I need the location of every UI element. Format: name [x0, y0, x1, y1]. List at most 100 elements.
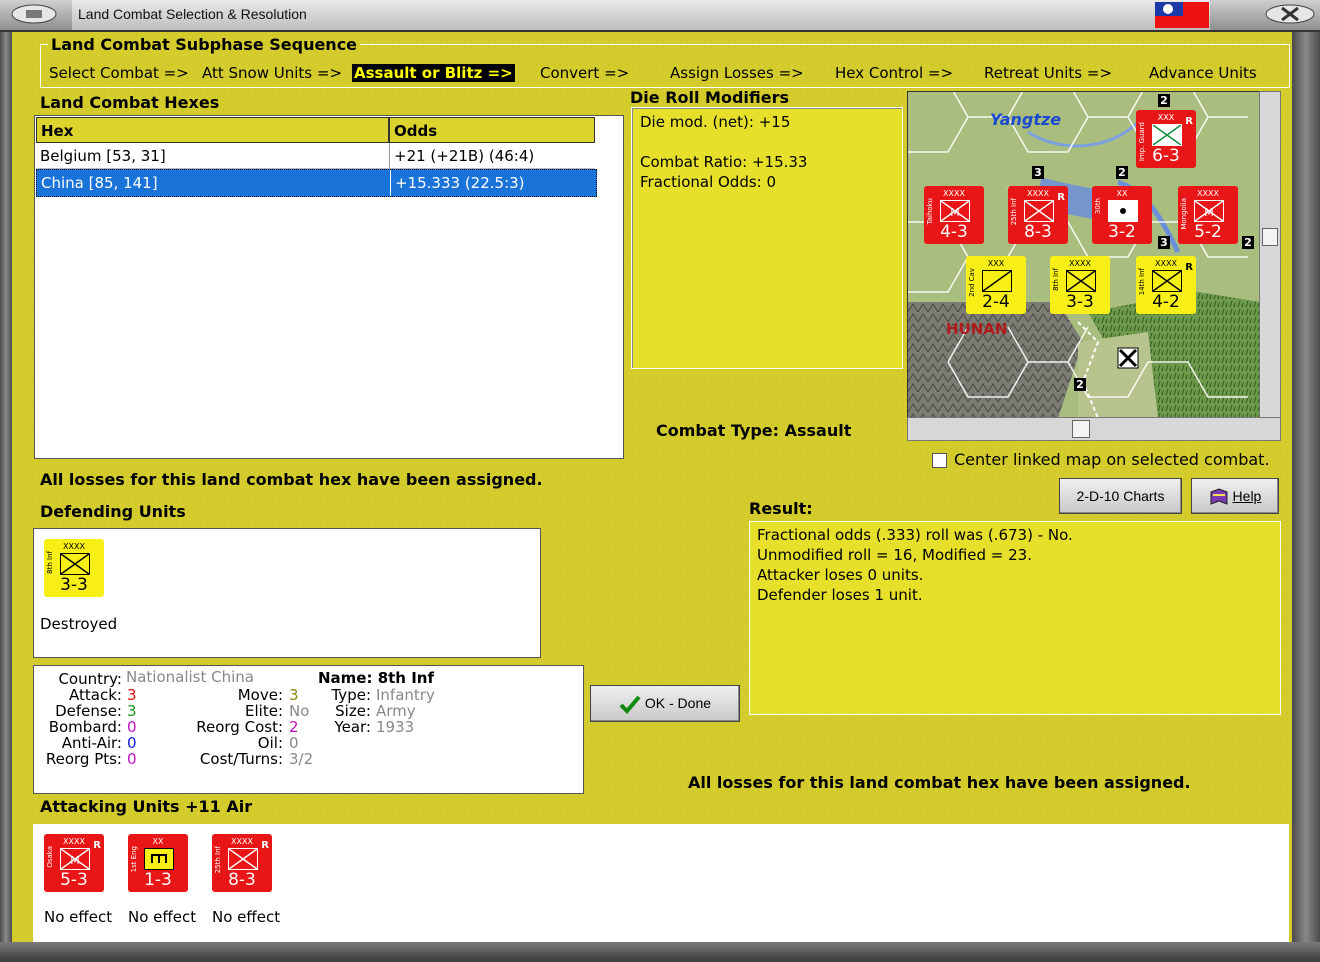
result-box: Fractional odds (.333) roll was (.673) -… — [749, 521, 1281, 715]
info-name: Name: 8th Inf — [318, 669, 434, 687]
fractional-odds: Fractional Odds: 0 — [640, 173, 777, 191]
unit-size-label: XX — [1116, 189, 1128, 198]
seq-step-retreat-units[interactable]: Retreat Units => — [984, 64, 1112, 82]
svg-text:M: M — [70, 854, 80, 867]
checkmark-icon — [619, 695, 641, 715]
ok-done-button[interactable]: OK - Done — [590, 685, 740, 722]
reserve-tag: R — [1185, 262, 1193, 273]
stack-count-badge: 2 — [1074, 378, 1086, 391]
map-counter[interactable]: XXXX Mongolia M 5-2 — [1178, 186, 1238, 244]
title-bar[interactable]: Land Combat Selection & Resolution — [0, 0, 1320, 32]
unit-strength-label: 4-2 — [1152, 292, 1180, 312]
unit-name-label: Taihoku — [926, 198, 934, 225]
stack-count-badge: 2 — [1116, 166, 1128, 179]
attacking-unit-status: No effect — [44, 908, 113, 926]
map-label-yangtze: Yangtze — [990, 110, 1062, 129]
map-counter[interactable]: XXXX Taihoku M 4-3 — [924, 186, 984, 244]
unit-info-box: Country: Nationalist China Attack: 3 Def… — [33, 665, 584, 794]
losses-message-bottom: All losses for this land combat hex have… — [688, 773, 1191, 792]
attacking-unit-osaka[interactable]: XXXX Osaka R M 5-3 — [44, 834, 104, 892]
seq-step-select-combat[interactable]: Select Combat => — [49, 64, 189, 82]
result-title: Result: — [749, 499, 813, 518]
map-counter[interactable]: XXX Imp. Guard R 6-3 — [1136, 110, 1196, 168]
help-button[interactable]: Help — [1191, 478, 1279, 514]
unit-type-icon: M — [1194, 200, 1224, 222]
window-menu-icon[interactable] — [0, 0, 72, 30]
map-scroll-thumb-v[interactable] — [1262, 228, 1278, 246]
seq-step-hex-control[interactable]: Hex Control => — [835, 64, 953, 82]
info-year: 1933 — [376, 718, 415, 736]
taiwan-flag-icon — [1155, 2, 1209, 28]
die-roll-box: Die mod. (net): +15 Combat Ratio: +15.33… — [631, 107, 903, 369]
stack-count-badge: 3 — [1032, 166, 1044, 179]
result-line: Defender loses 1 unit. — [757, 586, 923, 604]
combat-type: Combat Type: Assault — [656, 421, 852, 440]
attacking-title: Attacking Units +11 Air — [40, 797, 253, 816]
unit-type-icon — [982, 270, 1012, 292]
unit-strength-label: 4-3 — [940, 222, 968, 242]
info-costturns: 3/2 — [289, 750, 314, 768]
bottom-border — [0, 942, 1320, 962]
unit-strength-label: 3-3 — [1066, 292, 1094, 312]
help-book-icon — [1210, 488, 1228, 506]
seq-step-convert[interactable]: Convert => — [540, 64, 629, 82]
hexes-title: Land Combat Hexes — [40, 93, 220, 112]
attacking-unit-1st-eng[interactable]: XX 1st Eng 1-3 — [128, 834, 188, 892]
combat-hex-list[interactable]: Hex Odds Belgium [53, 31] +21 (+21B) (46… — [34, 115, 624, 459]
table-row[interactable]: Belgium [53, 31] +21 (+21B) (46:4) — [36, 143, 595, 169]
seq-step-att-snow[interactable]: Att Snow Units => — [202, 64, 342, 82]
map-scrollbar-vertical[interactable] — [1259, 91, 1281, 419]
linked-map[interactable]: Yangtze HUNAN XXXX Taihoku M 4-3 XXXX 25th In… — [907, 91, 1261, 419]
battle-marker-icon — [1117, 347, 1139, 369]
unit-type-icon — [1066, 270, 1096, 292]
unit-strength-label: 8-3 — [1024, 222, 1052, 242]
col-hex[interactable]: Hex — [36, 117, 389, 143]
unit-type-icon — [1152, 270, 1182, 292]
defending-unit-8th-inf[interactable]: XXXX 8th Inf 3-3 — [44, 539, 104, 597]
svg-text:M: M — [950, 206, 960, 219]
map-counter[interactable]: XXXX 25th Inf R 8-3 — [1008, 186, 1068, 244]
map-scrollbar-horizontal[interactable] — [907, 417, 1281, 441]
center-linked-checkbox[interactable] — [932, 453, 947, 468]
window-title: Land Combat Selection & Resolution — [78, 6, 307, 22]
defending-units-box[interactable]: XXXX 8th Inf 3-3 Destroyed — [33, 528, 541, 658]
unit-size-label: XXXX — [943, 189, 965, 198]
stack-count-badge: 2 — [1158, 94, 1170, 107]
right-border — [1292, 30, 1320, 962]
map-scroll-thumb-h[interactable] — [1072, 420, 1090, 438]
seq-step-advance-units[interactable]: Advance Units — [1149, 64, 1257, 82]
map-counter[interactable]: XXXX 8th Inf 3-3 — [1050, 256, 1110, 314]
col-odds[interactable]: Odds — [389, 117, 595, 143]
attacking-units-box[interactable]: XXXX Osaka R M 5-3 No effect XX 1st Eng … — [33, 824, 1289, 942]
unit-type-icon — [1152, 124, 1182, 146]
seq-step-assign-losses[interactable]: Assign Losses => — [670, 64, 804, 82]
engineer-icon — [144, 848, 174, 870]
result-line: Unmodified roll = 16, Modified = 23. — [757, 546, 1032, 564]
map-counter[interactable]: XX 30th 3-2 — [1092, 186, 1152, 244]
table-row-selected[interactable]: China [85, 141] +15.333 (22.5:3) — [36, 169, 597, 197]
die-roll-title: Die Roll Modifiers — [630, 88, 790, 107]
combat-ratio: Combat Ratio: +15.33 — [640, 153, 808, 171]
left-border — [0, 30, 12, 962]
map-terrain — [908, 92, 1260, 418]
info-country: Nationalist China — [126, 668, 254, 686]
info-reorgpts: 0 — [127, 750, 137, 768]
seq-step-assault-blitz[interactable]: Assault or Blitz => — [352, 64, 515, 82]
unit-size-label: XXXX — [1069, 259, 1091, 268]
unit-strength-label: 6-3 — [1152, 146, 1180, 166]
close-icon[interactable] — [1210, 0, 1320, 30]
unit-size-label: XXX — [987, 259, 1005, 268]
map-counter[interactable]: XXXX 14th Inf R 4-2 — [1136, 256, 1196, 314]
unit-strength-label: 5-2 — [1194, 222, 1222, 242]
result-line: Attacker loses 0 units. — [757, 566, 924, 584]
unit-type-icon — [1108, 200, 1138, 222]
unit-type-icon: M — [940, 200, 970, 222]
attacking-unit-status: No effect — [212, 908, 281, 926]
losses-message-top: All losses for this land combat hex have… — [40, 470, 543, 489]
sequence-title: Land Combat Subphase Sequence — [48, 35, 361, 54]
map-counter[interactable]: XXX 2nd Cav 2-4 — [966, 256, 1026, 314]
reserve-tag: R — [1185, 116, 1193, 127]
unit-size-label: XXXX — [1197, 189, 1219, 198]
attacking-unit-25th-inf[interactable]: XXXX 25th Inf R 8-3 — [212, 834, 272, 892]
charts-button[interactable]: 2-D-10 Charts — [1059, 478, 1182, 514]
